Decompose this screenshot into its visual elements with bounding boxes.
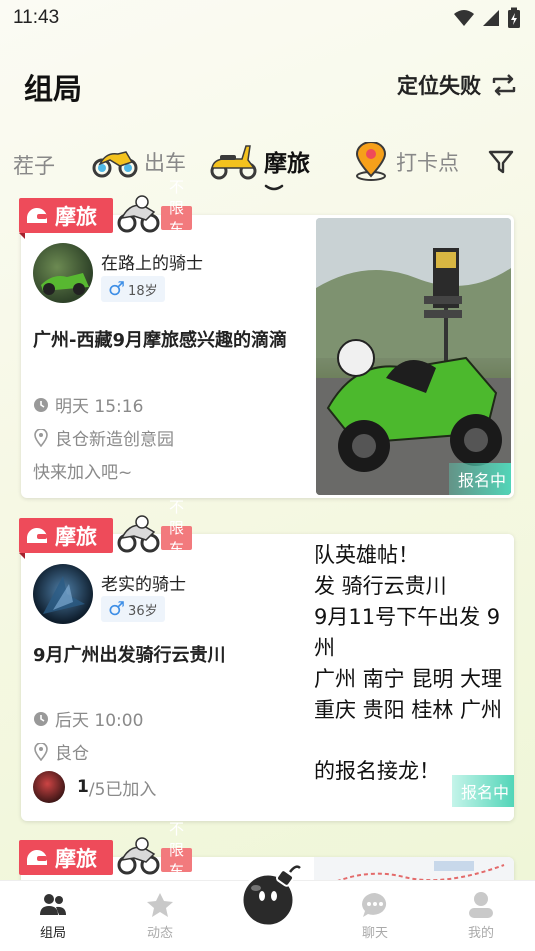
tab-daka[interactable]: 打卡点 xyxy=(352,142,459,182)
event-location: 良仓 xyxy=(33,739,89,764)
poster-line: 重庆 贵阳 桂林 广州 xyxy=(314,698,503,722)
nav-me[interactable]: 我的 xyxy=(441,891,521,941)
event-time-text: 后天 10:00 xyxy=(55,711,144,731)
location-pin-icon xyxy=(355,142,387,181)
age-label: 18岁 xyxy=(128,283,158,299)
type-tag-label: 摩旅 xyxy=(55,204,97,229)
event-poster[interactable]: 队英雄帖！ 发 骑行云贵川 9月11号下午出发 9 州 广州 南宁 昆明 大理 … xyxy=(314,534,514,821)
event-location-text: 良仓 xyxy=(55,744,89,764)
chat-icon xyxy=(362,893,387,917)
tab-label: 茬子 xyxy=(13,154,55,178)
event-location: 良仓新造创意园 xyxy=(33,425,174,450)
type-tag-label: 摩旅 xyxy=(55,524,97,549)
nav-chat[interactable]: 聊天 xyxy=(335,891,415,941)
location-button[interactable]: 定位失败 xyxy=(397,70,517,100)
participants[interactable]: 1/5已加入 xyxy=(33,771,156,803)
motorcycle-icon xyxy=(92,151,138,178)
create-event-button[interactable] xyxy=(238,862,304,928)
status-badge: 报名中 xyxy=(452,775,514,807)
clock-icon xyxy=(34,711,48,726)
tab-label: 摩旅 xyxy=(264,151,310,177)
scooter-icon xyxy=(210,145,257,180)
status-bar: 11:43 xyxy=(0,0,535,38)
poster-line: 队英雄帖！ xyxy=(314,543,419,567)
tab-label: 出车 xyxy=(144,151,186,175)
active-tab-indicator xyxy=(264,184,284,191)
filter-icon[interactable] xyxy=(487,148,515,176)
status-badge: 报名中 xyxy=(449,463,511,495)
event-photo[interactable]: 报名中 xyxy=(316,218,511,495)
tab-chuche[interactable]: 出车 xyxy=(92,146,186,178)
event-time-text: 明天 15:16 xyxy=(55,397,144,417)
poster-text: 队英雄帖！ 发 骑行云贵川 9月11号下午出发 9 州 广州 南宁 昆明 大理 … xyxy=(314,540,514,787)
nav-label: 我的 xyxy=(467,926,494,941)
helmet-icon xyxy=(26,849,47,865)
location-icon xyxy=(34,428,48,447)
refresh-icon xyxy=(492,74,516,96)
event-location-text: 良仓新造创意园 xyxy=(55,430,174,450)
male-icon: ♂ xyxy=(108,278,126,300)
vehicle-tag: 不限车辆 xyxy=(161,820,193,901)
location-label: 定位失败 xyxy=(397,74,481,98)
poster-line: 9月11号下午出发 9 xyxy=(314,605,501,629)
nav-label: 动态 xyxy=(146,926,173,941)
male-icon: ♂ xyxy=(108,598,126,620)
participant-avatar xyxy=(33,771,65,803)
nav-zuju[interactable]: 组局 xyxy=(13,891,93,941)
vehicle-tag: 不限车辆 xyxy=(161,178,193,259)
event-card[interactable]: 老实的骑士 ♂ 36岁 9月广州出发骑行云贵川 后天 10:00 良仓 1/5已… xyxy=(21,534,514,821)
event-card[interactable]: 在路上的骑士 ♂ 18岁 广州-西藏9月摩旅感兴趣的滴滴 明天 15:16 良仓… xyxy=(21,215,514,498)
gender-age-badge: ♂ 18岁 xyxy=(101,276,165,302)
tab-label: 打卡点 xyxy=(396,151,459,175)
group-icon xyxy=(40,894,66,915)
event-title: 9月广州出发骑行云贵川 xyxy=(33,645,226,666)
poster-line: 州 xyxy=(314,636,335,660)
tab-motuo[interactable]: 摩旅 xyxy=(208,142,310,180)
signal-icon xyxy=(483,10,499,26)
username: 在路上的骑士 xyxy=(101,254,203,274)
event-time: 明天 15:16 xyxy=(33,392,143,417)
vehicle-tag: 不限车辆 xyxy=(161,498,193,579)
joined-total: /5已加入 xyxy=(88,779,157,800)
nav-dongtai[interactable]: 动态 xyxy=(120,891,200,941)
age-label: 36岁 xyxy=(128,603,158,619)
helmet-icon xyxy=(26,527,47,543)
battery-icon xyxy=(508,7,520,28)
event-title: 广州-西藏9月摩旅感兴趣的滴滴 xyxy=(33,330,287,351)
tab-chazi[interactable]: 茬子 xyxy=(13,150,55,180)
event-extra-text: 快来加入吧~ xyxy=(33,463,133,483)
type-tag: 摩旅 xyxy=(19,518,113,553)
type-tag-label: 摩旅 xyxy=(55,846,97,871)
status-time: 11:43 xyxy=(13,7,60,28)
motorbike-icon xyxy=(117,837,160,875)
motorbike-icon xyxy=(117,515,160,553)
type-tag: 摩旅 xyxy=(19,840,113,875)
clock-icon xyxy=(34,397,48,412)
avatar[interactable] xyxy=(33,564,93,624)
gender-age-badge: ♂ 36岁 xyxy=(101,596,165,622)
poster-line: 发 骑行云贵川 xyxy=(314,574,447,598)
category-tabs: 茬子 出车 摩旅 打卡点 xyxy=(0,138,535,188)
type-tag: 摩旅 xyxy=(19,198,113,233)
motorbike-icon xyxy=(117,195,160,233)
event-time: 后天 10:00 xyxy=(33,706,143,731)
wifi-icon xyxy=(454,10,474,26)
location-icon xyxy=(34,742,48,761)
tag-fold xyxy=(19,233,25,239)
tag-fold xyxy=(19,553,25,559)
nav-label: 聊天 xyxy=(361,926,388,941)
profile-icon xyxy=(469,892,493,918)
avatar[interactable] xyxy=(33,243,93,303)
event-extra: 快来加入吧~ xyxy=(33,458,132,483)
page-title: 组局 xyxy=(24,72,83,106)
poster-line: 广州 南宁 昆明 大理 xyxy=(314,667,503,691)
bomb-icon xyxy=(240,865,301,928)
status-icons xyxy=(453,7,521,29)
helmet-icon xyxy=(26,207,47,223)
joined-current: 1 xyxy=(77,777,89,797)
nav-label: 组局 xyxy=(39,926,66,941)
